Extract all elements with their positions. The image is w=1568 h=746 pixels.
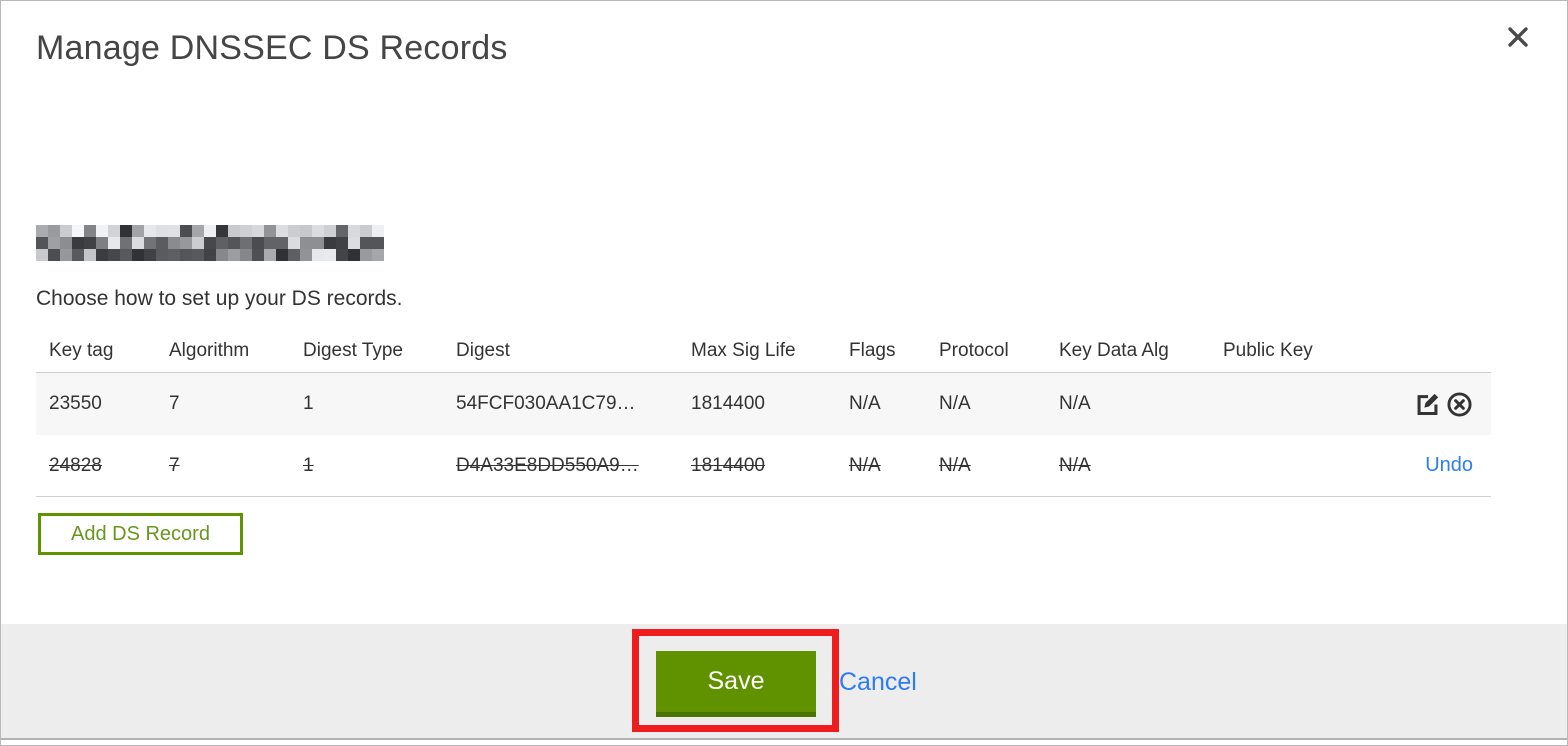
cell-digest-type: 1 [303, 454, 314, 476]
table-row: 23550 7 1 54FCF030AA1C79… 1814400 N/A N/… [36, 373, 1491, 435]
cell-key-tag: 24828 [49, 454, 102, 476]
page-title: Manage DNSSEC DS Records [36, 29, 508, 67]
column-header-public-key: Public Key [1223, 339, 1313, 361]
close-icon[interactable] [1503, 23, 1533, 53]
cell-digest-type: 1 [303, 393, 314, 414]
cell-max-sig-life: 1814400 [691, 393, 765, 414]
instruction-text: Choose how to set up your DS records. [36, 287, 403, 310]
edit-record-icon[interactable] [1413, 390, 1441, 418]
table-row-deleted: 24828 7 1 D4A33E8DD550A9… 1814400 N/A N/… [36, 435, 1491, 497]
column-header-key-tag: Key tag [49, 339, 114, 361]
cell-key-data-alg: N/A [1059, 454, 1091, 476]
undo-link[interactable]: Undo [1425, 454, 1473, 477]
cell-max-sig-life: 1814400 [691, 454, 765, 476]
close-x-glyph [1508, 27, 1528, 47]
cell-flags: N/A [849, 393, 881, 414]
redacted-domain [36, 225, 384, 261]
modal-footer: Save Cancel [1, 624, 1567, 740]
delete-record-icon[interactable] [1445, 390, 1473, 418]
table-header-row: Key tag Algorithm Digest Type Digest Max… [36, 329, 1491, 373]
cell-key-data-alg: N/A [1059, 393, 1091, 414]
column-header-key-data-alg: Key Data Alg [1059, 339, 1169, 361]
cell-protocol: N/A [939, 454, 971, 476]
column-header-algorithm: Algorithm [169, 339, 250, 361]
add-ds-record-button[interactable]: Add DS Record [38, 513, 243, 555]
save-button[interactable]: Save [656, 651, 816, 717]
cell-protocol: N/A [939, 393, 971, 414]
cell-algorithm: 7 [169, 393, 180, 414]
cell-digest: D4A33E8DD550A9… [456, 454, 639, 476]
cell-digest: 54FCF030AA1C79… [456, 393, 636, 414]
row-actions: Undo [1371, 454, 1491, 477]
cell-algorithm: 7 [169, 454, 180, 476]
column-header-max-sig-life: Max Sig Life [691, 339, 796, 361]
ds-records-table: Key tag Algorithm Digest Type Digest Max… [36, 329, 1491, 497]
cell-key-tag: 23550 [49, 393, 102, 414]
cancel-link[interactable]: Cancel [839, 668, 917, 697]
column-header-digest-type: Digest Type [303, 339, 403, 361]
column-header-flags: Flags [849, 339, 896, 361]
row-actions [1371, 390, 1491, 418]
column-header-digest: Digest [456, 339, 510, 361]
dnssec-modal: Manage DNSSEC DS Records Choose how to s… [0, 0, 1568, 746]
cell-flags: N/A [849, 454, 881, 476]
column-header-protocol: Protocol [939, 339, 1009, 361]
